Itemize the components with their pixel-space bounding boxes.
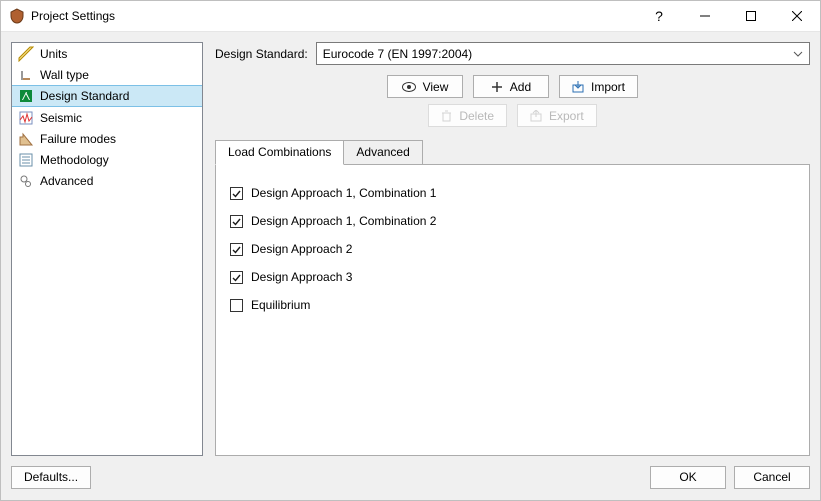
- defaults-button[interactable]: Defaults...: [11, 466, 91, 489]
- main-area: Units Wall type Design Standard: [1, 32, 820, 462]
- nav-item-seismic[interactable]: Seismic: [12, 107, 202, 128]
- titlebar: Project Settings ?: [1, 1, 820, 32]
- dialog-footer: Defaults... OK Cancel: [1, 462, 820, 500]
- import-button[interactable]: Import: [559, 75, 638, 98]
- combination-label: Design Approach 1, Combination 1: [251, 186, 436, 200]
- nav-label: Failure modes: [40, 132, 116, 146]
- nav-label: Seismic: [40, 111, 82, 125]
- checkbox[interactable]: [230, 299, 243, 312]
- nav-item-failure-modes[interactable]: Failure modes: [12, 128, 202, 149]
- nav-item-design-standard[interactable]: Design Standard: [12, 85, 202, 107]
- combination-label: Design Approach 3: [251, 270, 352, 284]
- import-icon: [572, 81, 584, 93]
- button-label: Import: [591, 80, 625, 94]
- chevron-down-icon: [793, 51, 803, 57]
- add-button[interactable]: Add: [473, 75, 549, 98]
- button-label: Cancel: [753, 470, 790, 484]
- design-standard-combo[interactable]: Eurocode 7 (EN 1997:2004): [316, 42, 810, 65]
- nav-label: Units: [40, 47, 67, 61]
- combination-label: Design Approach 2: [251, 242, 352, 256]
- delete-button: Delete: [428, 104, 507, 127]
- close-button[interactable]: [774, 1, 820, 31]
- button-label: Export: [549, 109, 584, 123]
- combination-label: Equilibrium: [251, 298, 310, 312]
- standard-toolbar: View Add Import: [215, 75, 810, 98]
- nav-label: Methodology: [40, 153, 109, 167]
- app-icon: [9, 8, 25, 24]
- project-settings-dialog: Project Settings ? Units: [0, 0, 821, 501]
- checkbox[interactable]: [230, 271, 243, 284]
- design-standard-value: Eurocode 7 (EN 1997:2004): [323, 47, 472, 61]
- methodology-icon: [18, 152, 34, 168]
- export-button: Export: [517, 104, 597, 127]
- minimize-button[interactable]: [682, 1, 728, 31]
- combination-row: Equilibrium: [230, 291, 795, 319]
- plus-icon: [491, 81, 503, 93]
- eye-icon: [402, 82, 416, 92]
- checkbox[interactable]: [230, 187, 243, 200]
- nav-label: Design Standard: [40, 89, 129, 103]
- nav-item-advanced[interactable]: Advanced: [12, 170, 202, 191]
- export-icon: [530, 110, 542, 122]
- tab-label: Load Combinations: [228, 145, 331, 159]
- nav-label: Wall type: [40, 68, 89, 82]
- standard-row: Design Standard: Eurocode 7 (EN 1997:200…: [215, 42, 810, 65]
- trash-icon: [441, 110, 452, 122]
- ruler-icon: [18, 46, 34, 62]
- window-title: Project Settings: [31, 9, 115, 23]
- settings-content: Design Standard: Eurocode 7 (EN 1997:200…: [203, 42, 810, 456]
- maximize-button[interactable]: [728, 1, 774, 31]
- button-label: View: [423, 80, 449, 94]
- failure-icon: [18, 131, 34, 147]
- standard-icon: [18, 88, 34, 104]
- cancel-button[interactable]: Cancel: [734, 466, 810, 489]
- button-label: Defaults...: [24, 470, 78, 484]
- combination-row: Design Approach 2: [230, 235, 795, 263]
- combination-label: Design Approach 1, Combination 2: [251, 214, 436, 228]
- standard-toolbar-2: Delete Export: [215, 104, 810, 127]
- combination-row: Design Approach 1, Combination 2: [230, 207, 795, 235]
- combination-row: Design Approach 1, Combination 1: [230, 179, 795, 207]
- combination-row: Design Approach 3: [230, 263, 795, 291]
- ok-button[interactable]: OK: [650, 466, 726, 489]
- seismic-icon: [18, 110, 34, 126]
- tab-load-combinations[interactable]: Load Combinations: [215, 140, 344, 165]
- wall-icon: [18, 67, 34, 83]
- nav-item-methodology[interactable]: Methodology: [12, 149, 202, 170]
- tab-label: Advanced: [356, 145, 409, 159]
- view-button[interactable]: View: [387, 75, 463, 98]
- nav-item-wall-type[interactable]: Wall type: [12, 64, 202, 85]
- nav-item-units[interactable]: Units: [12, 43, 202, 64]
- design-standard-label: Design Standard:: [215, 47, 308, 61]
- button-label: Add: [510, 80, 531, 94]
- nav-label: Advanced: [40, 174, 93, 188]
- checkbox[interactable]: [230, 243, 243, 256]
- gears-icon: [18, 173, 34, 189]
- tab-advanced[interactable]: Advanced: [343, 140, 422, 165]
- tabstrip: Load Combinations Advanced: [215, 139, 810, 164]
- settings-nav: Units Wall type Design Standard: [11, 42, 203, 456]
- dialog-body: Units Wall type Design Standard: [1, 32, 820, 500]
- tab-panel-load-combinations: Design Approach 1, Combination 1 Design …: [215, 164, 810, 456]
- checkbox[interactable]: [230, 215, 243, 228]
- button-label: Delete: [459, 109, 494, 123]
- help-button[interactable]: ?: [636, 1, 682, 31]
